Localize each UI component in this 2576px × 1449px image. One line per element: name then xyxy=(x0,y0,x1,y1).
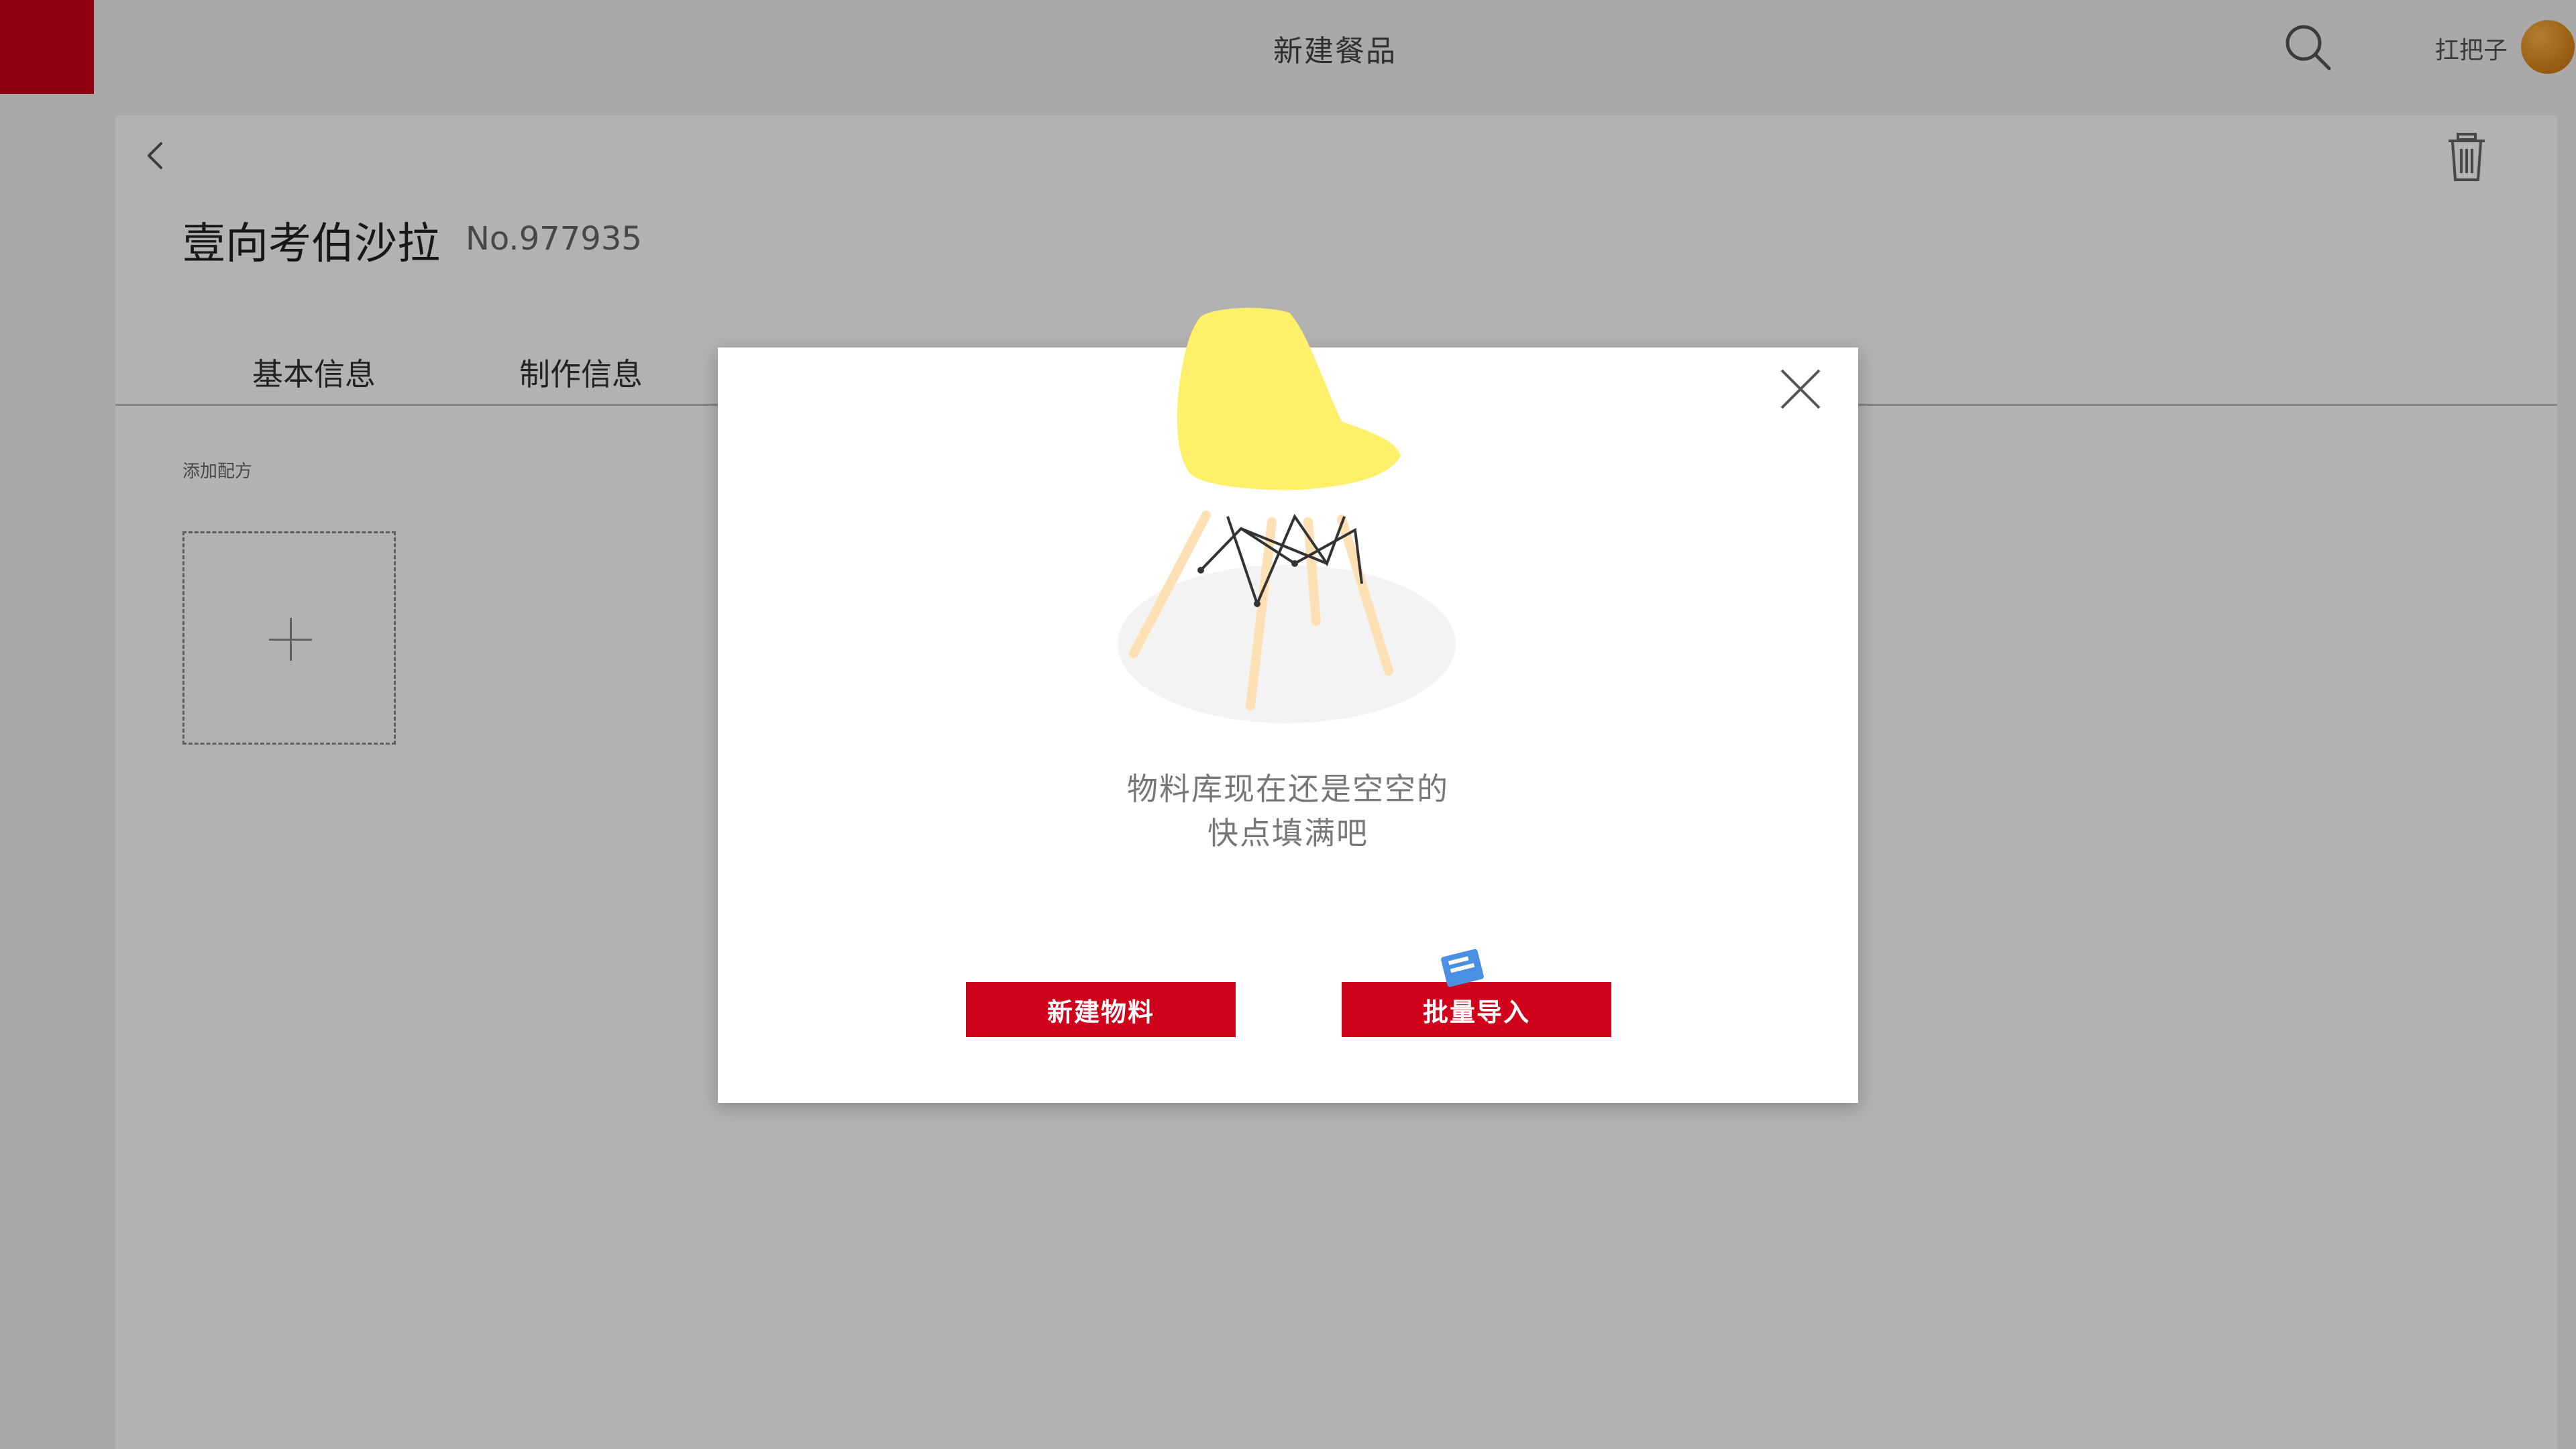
close-icon[interactable] xyxy=(1774,362,1827,416)
empty-chair-illustration xyxy=(1118,307,1456,723)
document-icon xyxy=(1440,947,1493,987)
new-material-button[interactable]: 新建物料 xyxy=(966,982,1236,1037)
empty-message-line1: 物料库现在还是空空的 xyxy=(1127,771,1449,807)
app-root: 新建餐品 扛把子 壹向考伯沙拉 No.977935 基本信息 制作信息 添加配方… xyxy=(0,0,2576,1449)
bulk-import-button[interactable]: 批量导入 xyxy=(1342,982,1611,1037)
empty-message-line2: 快点填满吧 xyxy=(1208,815,1368,851)
